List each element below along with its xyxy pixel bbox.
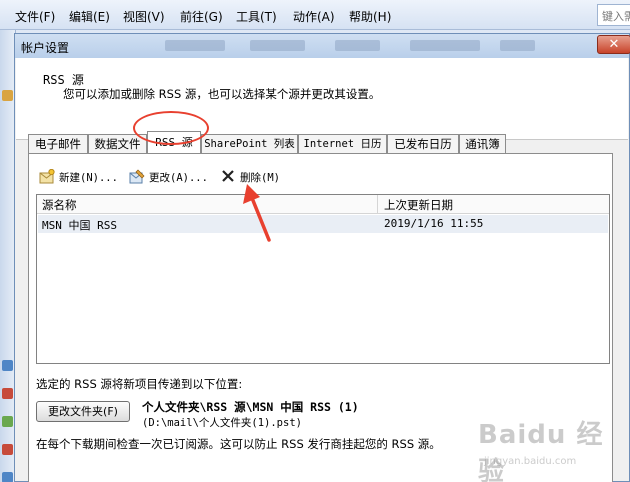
column-header-feed-name[interactable]: 源名称 [42,197,77,213]
close-button[interactable]: ✕ [597,35,630,54]
dialog-title: 帐户设置 [21,41,70,55]
delivery-folder-name: 个人文件夹\RSS 源\MSN 中国 RSS (1) [142,400,359,414]
dialog-header: RSS 源 您可以添加或删除 RSS 源，也可以选择某个源并更改其设置。 [16,58,628,140]
delivery-location-label: 选定的 RSS 源将新项目传递到以下位置: [36,377,243,391]
list-header: 源名称 上次更新日期 [37,195,609,214]
contacts-icon [2,416,13,427]
menu-help[interactable]: 帮助(H) [349,8,391,25]
change-folder-button[interactable]: 更改文件夹(F) [36,401,130,422]
blurred-background-text [165,40,225,51]
mail-icon [2,360,13,371]
download-check-note: 在每个下载期间检查一次已订阅源。这可以防止 RSS 发行商挂起您的 RSS 源。 [36,437,441,451]
change-feed-icon [129,169,145,184]
blurred-background-text [500,40,535,51]
tab-address-books[interactable]: 通讯簿 [459,134,506,154]
new-button-label: 新建(N)... [59,172,118,184]
search-input[interactable]: 键入需 [597,4,630,26]
tab-published-calendars[interactable]: 已发布日历 [387,134,459,154]
menu-bar: 文件(F) 编辑(E) 视图(V) 前往(G) 工具(T) 动作(A) 帮助(H… [0,0,630,30]
baidu-watermark: Baidu 经验 jingyan.baidu.com [478,414,630,482]
menu-file[interactable]: 文件(F) [15,8,55,25]
page-description: 您可以添加或删除 RSS 源，也可以选择某个源并更改其设置。 [63,87,381,101]
menu-tools[interactable]: 工具(T) [236,8,277,25]
menu-go[interactable]: 前往(G) [180,8,223,25]
tasks-icon [2,444,13,455]
blurred-background-text [335,40,380,51]
blurred-background-text [410,40,480,51]
tab-sharepoint-lists[interactable]: SharePoint 列表 [201,134,298,154]
watermark-url: jingyan.baidu.com [484,456,577,467]
column-separator[interactable] [377,195,378,214]
blurred-background-text [250,40,305,51]
new-feed-icon [39,169,55,184]
column-header-last-updated[interactable]: 上次更新日期 [384,197,453,213]
watermark-text: Baidu 经验 [478,420,604,482]
feed-name-cell: MSN 中国 RSS [42,219,117,232]
last-updated-cell: 2019/1/16 11:55 [384,217,484,230]
menu-view[interactable]: 视图(V) [123,8,165,25]
tab-email[interactable]: 电子邮件 [28,134,88,154]
calendar-icon [2,388,13,399]
delivery-folder-path: (D:\mail\个人文件夹(1).pst) [142,417,302,429]
folder-icon [2,90,13,101]
arrow-annotation [243,184,271,242]
rss-feed-list[interactable]: 源名称 上次更新日期 MSN 中国 RSS 2019/1/16 11:55 [36,194,610,364]
change-button-label: 更改(A)... [149,172,208,184]
notes-icon [2,472,13,482]
highlight-circle-annotation [133,111,209,145]
table-row[interactable]: MSN 中国 RSS 2019/1/16 11:55 [38,215,608,233]
tab-internet-calendars[interactable]: Internet 日历 [298,134,387,154]
menu-actions[interactable]: 动作(A) [293,8,335,25]
delete-x-icon [222,170,234,182]
dialog-titlebar: 帐户设置 ✕ [15,34,630,58]
menu-edit[interactable]: 编辑(E) [69,8,110,25]
